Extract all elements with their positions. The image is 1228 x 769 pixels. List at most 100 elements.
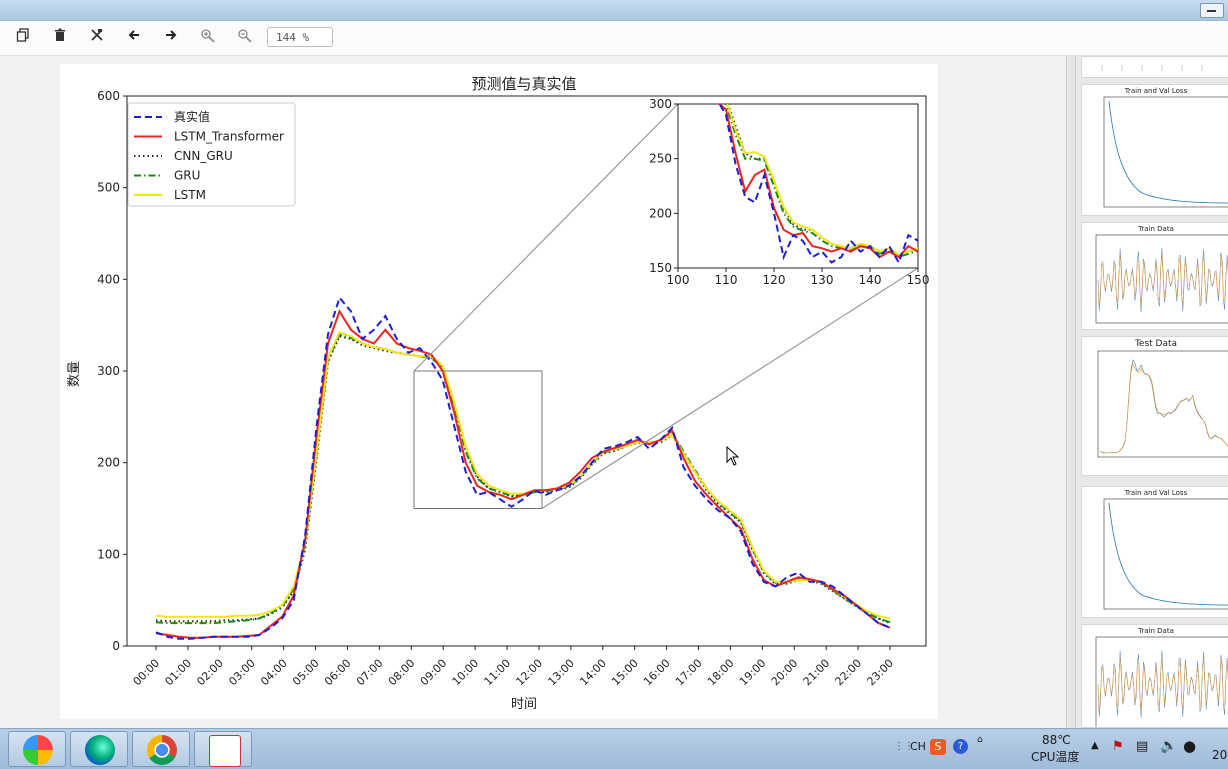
- x-tick-label: 08:00: [386, 657, 418, 689]
- clear-all-icon[interactable]: [86, 28, 108, 48]
- thumbnail-train-val-loss-2[interactable]: Train and Val Loss: [1081, 486, 1228, 618]
- x-tick-label: 01:00: [162, 657, 194, 689]
- action-center-flag-icon[interactable]: ⚑: [1112, 739, 1124, 754]
- x-tick-label: 22:00: [833, 657, 865, 689]
- thumbnail-panel[interactable]: Train and Val Loss Train Data Test Data …: [1076, 56, 1228, 728]
- x-tick-label: 00:00: [131, 657, 163, 689]
- image-viewer-app-icon: [209, 735, 241, 767]
- inset-x-tick-label: 150: [907, 273, 930, 287]
- input-language[interactable]: CH: [910, 740, 926, 753]
- inset-frame: [677, 103, 919, 269]
- x-tick-label: 21:00: [801, 657, 833, 689]
- inset-y-tick-label: 300: [649, 97, 672, 111]
- thumb-real-line: [1099, 359, 1228, 454]
- thumbnail-train-data-1[interactable]: Train Data: [1081, 222, 1228, 330]
- taskbar-app-image-viewer[interactable]: [194, 731, 252, 767]
- thumbnail-test-data[interactable]: Test Data: [1081, 336, 1228, 476]
- clock[interactable]: 20: [1212, 748, 1227, 762]
- photos-app-icon: [23, 735, 53, 765]
- legend: 真实值 LSTM_Transformer CNN_GRU GRU LSTM: [127, 102, 296, 207]
- image-viewer: 预测值与真实值 时间 数量 0 100 200 300 400 500 600 00:00 01…: [0, 56, 1066, 728]
- thumbnail-train-data-2[interactable]: Train Data: [1081, 624, 1228, 728]
- window-titlebar: [0, 0, 1228, 21]
- taskbar-app-chrome[interactable]: [132, 731, 190, 767]
- x-tick-label: 13:00: [545, 657, 577, 689]
- series-line: [155, 331, 891, 620]
- series-line: [155, 309, 891, 639]
- inset-x-tick-label: 100: [667, 273, 690, 287]
- minimize-button[interactable]: [1200, 3, 1224, 18]
- thumbnail-title: Train Data: [1138, 627, 1174, 635]
- cpu-temperature-value: 88℃: [1042, 733, 1071, 747]
- x-tick-label: 06:00: [322, 657, 354, 689]
- mouse-cursor-icon: [726, 446, 740, 466]
- show-hidden-icons-chevron-icon[interactable]: ▲: [1091, 740, 1099, 751]
- taskbar-app-photos[interactable]: [8, 731, 66, 767]
- inset-connector-line: [541, 267, 919, 510]
- forward-arrow-icon[interactable]: [160, 28, 182, 48]
- x-tick-label: 15:00: [609, 657, 641, 689]
- x-axis-label: 时间: [511, 697, 537, 712]
- help-icon[interactable]: ?: [953, 739, 968, 754]
- copy-icon[interactable]: [12, 28, 34, 48]
- y-tick-label: 0: [112, 639, 120, 653]
- series-line: [155, 333, 891, 625]
- main-chart: 预测值与真实值 时间 数量 0 100 200 300 400 500 600 00:00 01…: [67, 75, 930, 712]
- thumbnail-partial[interactable]: [1081, 56, 1228, 78]
- x-tick-label: 09:00: [418, 657, 450, 689]
- y-tick-label: 600: [97, 89, 120, 103]
- inset-y-tick-label: 150: [649, 261, 672, 275]
- back-arrow-icon[interactable]: [123, 28, 145, 48]
- inset-x-tick-label: 130: [811, 273, 834, 287]
- thumb-predict-line: [1097, 657, 1228, 711]
- legend-label: GRU: [174, 169, 200, 183]
- x-tick-label: 03:00: [226, 657, 258, 689]
- thumbnail-title: Train and Val Loss: [1124, 87, 1188, 95]
- y-tick-label: 100: [97, 547, 120, 561]
- thumbnail-train-val-loss-1[interactable]: Train and Val Loss: [1081, 84, 1228, 216]
- cpu-temperature-label: CPU温度: [1031, 750, 1080, 764]
- chrome-browser-icon: [147, 735, 177, 765]
- series-line: [155, 295, 891, 640]
- sogou-ime-icon[interactable]: S: [930, 739, 946, 755]
- inset-connector-line: [413, 103, 679, 372]
- panel-splitter[interactable]: [1066, 56, 1076, 728]
- qq-penguin-icon[interactable]: ●: [1183, 737, 1196, 755]
- x-tick-label: 07:00: [354, 657, 386, 689]
- y-tick-label: 300: [97, 364, 120, 378]
- taskbar-app-edge[interactable]: [70, 731, 128, 767]
- y-tick-label: 400: [97, 272, 120, 286]
- zoom-in-icon[interactable]: [197, 28, 219, 48]
- x-tick-label: 05:00: [290, 657, 322, 689]
- delete-icon[interactable]: [49, 28, 71, 48]
- y-axis-label: 数量: [67, 361, 82, 387]
- chart-title: 预测值与真实值: [471, 75, 576, 93]
- x-tick-label: 16:00: [641, 657, 673, 689]
- thumb-predict-line: [1099, 362, 1228, 454]
- thumbnail-title: Train Data: [1138, 225, 1174, 233]
- ime-settings-icon[interactable]: ⌂: [977, 735, 983, 745]
- inset-x-tick-label: 120: [763, 273, 786, 287]
- legend-label: LSTM_Transformer: [174, 130, 284, 144]
- thumbnail-title: Test Data: [1134, 339, 1178, 349]
- volume-icon[interactable]: 🔈: [1160, 738, 1177, 754]
- zoom-level-field[interactable]: 144 %: [267, 27, 333, 47]
- inset-x-tick-label: 140: [859, 273, 882, 287]
- x-tick-label: 11:00: [482, 657, 514, 689]
- network-icon[interactable]: ▤: [1136, 739, 1148, 754]
- zoom-out-icon[interactable]: [234, 28, 256, 48]
- inset-x-tick-label: 110: [715, 273, 738, 287]
- x-tick-label: 04:00: [258, 657, 290, 689]
- legend-label: LSTM: [174, 188, 206, 202]
- thumbnail-title: Train and Val Loss: [1124, 489, 1188, 497]
- legend-label: 真实值: [174, 109, 210, 124]
- y-tick-label: 200: [97, 456, 120, 470]
- taskbar: ⋮⋮ CH S ? ⌂ 88℃ CPU温度 ▲ ⚑ ▤ 🔈 ● 20: [0, 728, 1228, 769]
- figure-page: 预测值与真实值 时间 数量 0 100 200 300 400 500 600 00:00 01…: [60, 64, 938, 719]
- x-tick-label: 17:00: [673, 657, 705, 689]
- viewer-toolbar: 144 %: [0, 21, 1228, 56]
- x-tick-label: 23:00: [865, 657, 897, 689]
- x-tick-label: 10:00: [450, 657, 482, 689]
- series-line: [155, 334, 891, 625]
- legend-label: CNN_GRU: [174, 149, 233, 163]
